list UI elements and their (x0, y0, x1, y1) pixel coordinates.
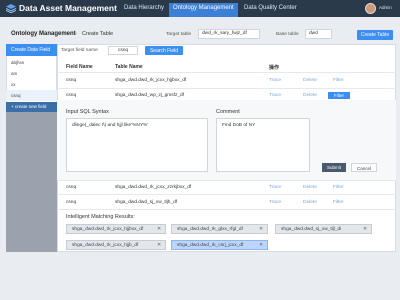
row4-field-name: csnq (66, 200, 77, 205)
row4-table-name: shga_dwd.dwd_sj_xw_tljh_df (115, 200, 178, 205)
nav-ontology-management[interactable]: Ontology Management (169, 3, 238, 17)
row4-filter-link[interactable]: Filter (333, 200, 344, 205)
row1-delete-link[interactable]: Delete (303, 78, 317, 83)
chip-label: shga_dwd.dwd_rk_csrj_jcxx_df (177, 243, 244, 248)
matching-results-label: Intelligent Matching Results: (66, 214, 135, 220)
row1-field-name: csnq (66, 78, 77, 83)
sidebar-item-xx[interactable]: xx (11, 82, 16, 87)
row2-field-name: csnq (66, 93, 77, 98)
row2-delete-link[interactable]: Delete (303, 93, 317, 98)
close-icon[interactable]: ✕ (157, 227, 161, 232)
sidebar-item-abjhsn[interactable]: abjhsn (11, 60, 24, 65)
sql-syntax-textarea[interactable]: dlinge(_dalec t\) and hjjl like'%NY%' (66, 118, 208, 172)
column-header-actions: 操作 (269, 65, 280, 71)
sidebar-empty-area (6, 112, 57, 252)
result-chip[interactable]: shga_dwd.dwd_rk_jcxx_hjjbxx_df ✕ (66, 224, 166, 234)
chip-label: shga_dwd.dwd_rk_glxx_rfgl_df (177, 227, 243, 232)
row-divider (57, 72, 396, 73)
comment-label: Comment (216, 109, 240, 115)
row3-filter-link[interactable]: Filter (333, 185, 344, 190)
comment-textarea[interactable]: Find DoB of NY (216, 118, 310, 172)
sql-syntax-label: Input SQL Syntax (66, 109, 109, 115)
submit-button[interactable]: Submit (322, 163, 346, 172)
target-table-input[interactable]: dwd_rk_sary_fwjz_df (198, 29, 260, 39)
sidebar-item-csnq[interactable]: csnq (11, 93, 21, 98)
chip-label: shga_dwd.dwd_rk_jcxx_hjjbxx_df (72, 227, 144, 232)
breadcrumb-current: Create Table (82, 31, 114, 37)
create-data-field-header[interactable]: Create Data Field (6, 44, 57, 56)
row2-filter-button-active[interactable]: Filter (328, 92, 350, 99)
row-divider (57, 180, 396, 181)
result-chip[interactable]: shga_dwd.dwd_sj_xw_tljl_di ✕ (275, 224, 372, 234)
target-table-label: Target table (166, 32, 192, 37)
user-avatar[interactable] (365, 3, 376, 14)
row4-trace-link[interactable]: Trace (269, 200, 281, 205)
row2-table-name: shga_dwd.dwd_wp_zj_gmsfz_df (115, 93, 185, 98)
breadcrumb-separator-icon: › (75, 31, 77, 37)
app-title: Data Asset Management (19, 3, 117, 13)
result-chip[interactable]: shga_dwd.dwd_rk_glxx_rfgl_df ✕ (171, 224, 268, 234)
row1-filter-link[interactable]: Filter (333, 78, 344, 83)
row1-table-name: shga_dwd.dwd_rk_jcxx_hjjbxx_df (115, 78, 187, 83)
nav-data-hierarchy[interactable]: Data Hierarchy (120, 3, 168, 17)
row-divider (57, 209, 396, 210)
nav-data-quality-center[interactable]: Data Quality Center (240, 3, 301, 17)
column-header-table-name: Table Name (115, 64, 143, 70)
search-field-button[interactable]: Search Field (145, 46, 183, 55)
field-search-input[interactable]: csnq (108, 46, 138, 55)
search-label: Target field name (61, 48, 98, 53)
base-table-label: Base table (276, 32, 299, 37)
base-table-select[interactable]: dwd (305, 29, 332, 39)
column-header-field-name: Field Name (66, 64, 93, 70)
create-new-field-button[interactable]: + create new field (6, 102, 57, 112)
row-divider (57, 194, 396, 195)
breadcrumb-root[interactable]: Ontology Management (11, 31, 76, 37)
user-name[interactable]: Admin (379, 5, 392, 10)
create-table-button[interactable]: Create Table (357, 30, 393, 40)
row3-delete-link[interactable]: Delete (303, 185, 317, 190)
row3-field-name: csnq (66, 185, 77, 190)
layers-logo-icon (6, 4, 16, 13)
chip-label: shga_dwd.dwd_rk_jcxx_hjjb_df (72, 243, 139, 248)
chip-label: shga_dwd.dwd_sj_xw_tljl_di (281, 227, 342, 232)
row2-trace-link[interactable]: Trace (269, 93, 281, 98)
row-divider (57, 88, 396, 89)
result-chip-selected[interactable]: shga_dwd.dwd_rk_csrj_jcxx_df ✕ (171, 240, 268, 250)
close-icon[interactable]: ✕ (157, 243, 161, 248)
row1-trace-link[interactable]: Trace (269, 78, 281, 83)
row3-trace-link[interactable]: Trace (269, 185, 281, 190)
close-icon[interactable]: ✕ (259, 243, 263, 248)
result-chip[interactable]: shga_dwd.dwd_rk_jcxx_hjjb_df ✕ (66, 240, 166, 250)
sidebar-item-am[interactable]: am (11, 71, 17, 76)
close-icon[interactable]: ✕ (363, 227, 367, 232)
row3-table-name: shga_dwd.dwd_rk_jcxx_zzrkjbxx_df (115, 185, 192, 190)
close-icon[interactable]: ✕ (259, 227, 263, 232)
row4-delete-link[interactable]: Delete (303, 200, 317, 205)
cancel-button[interactable]: Cancel (351, 163, 377, 172)
